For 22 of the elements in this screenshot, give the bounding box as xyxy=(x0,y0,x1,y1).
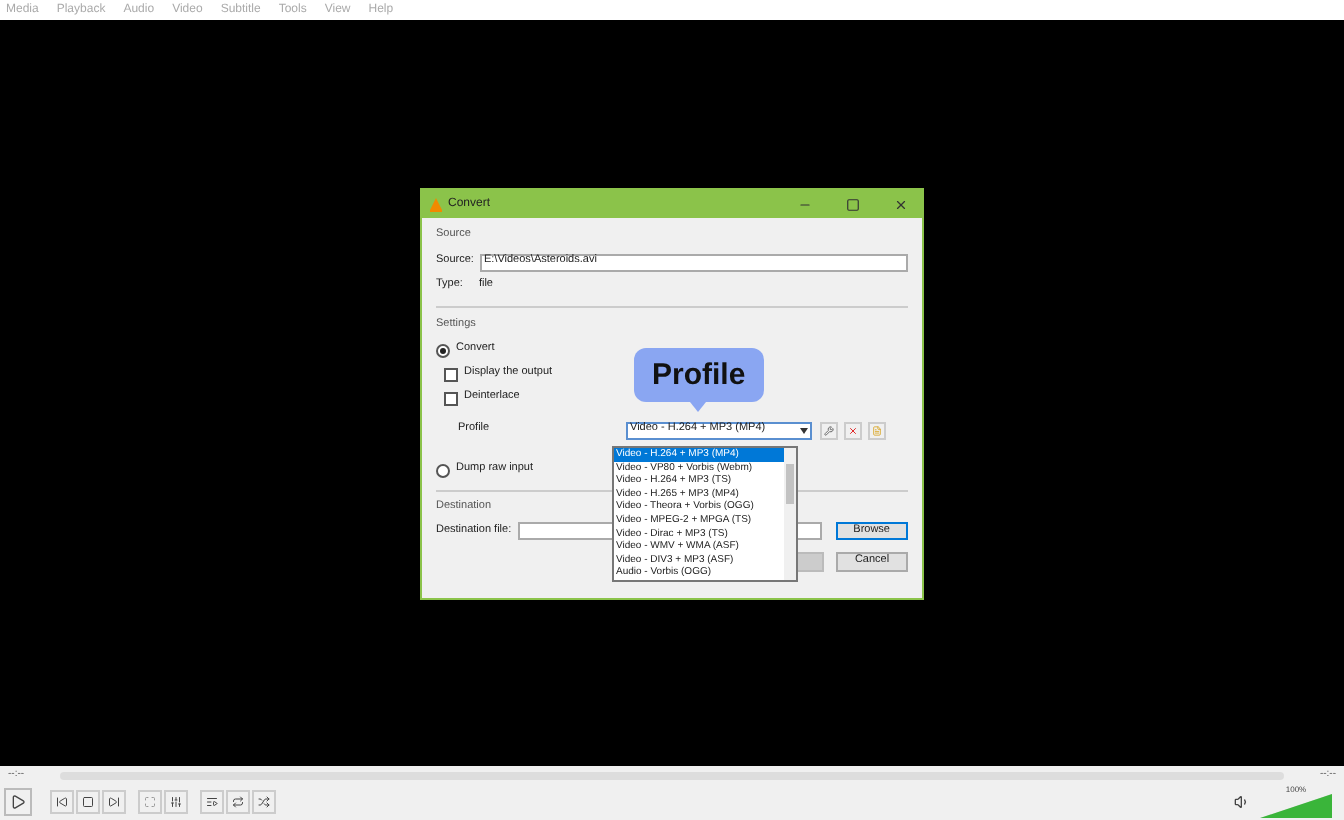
radio-button[interactable] xyxy=(436,343,450,357)
delete-icon[interactable] xyxy=(844,421,862,439)
volume-slider[interactable] xyxy=(1260,794,1332,818)
cone-icon xyxy=(430,197,442,211)
next-icon[interactable] xyxy=(102,790,126,814)
equalizer-icon[interactable] xyxy=(164,790,188,814)
shuffle-icon[interactable] xyxy=(252,790,276,814)
loop-icon[interactable] xyxy=(226,790,250,814)
speaker-icon[interactable] xyxy=(1234,794,1250,810)
profile-callout: Profile xyxy=(634,348,764,402)
stop-icon[interactable] xyxy=(76,790,100,814)
previous-icon[interactable] xyxy=(50,790,74,814)
playlist-icon[interactable] xyxy=(200,790,224,814)
caret-icon xyxy=(800,427,808,433)
wrench-icon[interactable] xyxy=(820,421,838,439)
radio-button[interactable] xyxy=(436,463,450,477)
scrollbar[interactable] xyxy=(784,448,796,580)
maximize-icon[interactable] xyxy=(846,197,860,211)
close-icon[interactable] xyxy=(894,197,908,211)
checkbox[interactable] xyxy=(444,391,458,405)
play-icon[interactable] xyxy=(4,788,32,816)
checkbox[interactable] xyxy=(444,367,458,381)
